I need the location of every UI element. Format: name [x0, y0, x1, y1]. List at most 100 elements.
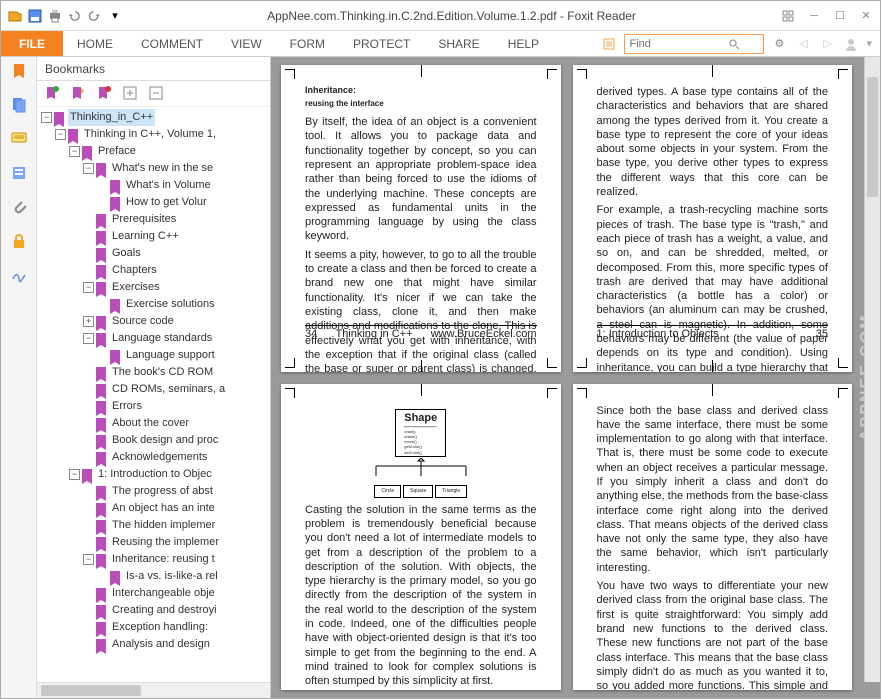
comments-panel-icon[interactable]: [9, 129, 29, 149]
dropdown-icon[interactable]: ▾: [107, 8, 123, 24]
tree-toggle[interactable]: −: [83, 333, 94, 344]
bookmark-item[interactable]: Prerequisites: [110, 211, 178, 228]
bookmark-icon: [96, 384, 106, 396]
tab-file[interactable]: FILE: [1, 31, 63, 56]
bookmark-icon: [82, 469, 92, 481]
bookmark-item[interactable]: Exercises: [110, 279, 162, 296]
bookmark-item[interactable]: Inheritance: reusing t: [110, 551, 217, 568]
bookmark-icon: [96, 537, 106, 549]
tab-home[interactable]: HOME: [63, 31, 127, 56]
bookmark-item[interactable]: What's in Volume: [124, 177, 213, 194]
bookmark-item[interactable]: What's new in the se: [110, 160, 215, 177]
next-icon[interactable]: ▷: [818, 35, 836, 53]
bookmark-item[interactable]: Is-a vs. is-like-a rel: [124, 568, 220, 585]
bookmark-item[interactable]: Exception handling:: [110, 619, 210, 636]
bookmark-item[interactable]: Goals: [110, 245, 143, 262]
tab-form[interactable]: FORM: [276, 31, 339, 56]
undo-icon[interactable]: [67, 8, 83, 24]
tab-protect[interactable]: PROTECT: [339, 31, 424, 56]
bookmark-icon: [96, 231, 106, 243]
bookmark-icon: [96, 265, 106, 277]
bookmark-icon: [96, 163, 106, 175]
tab-help[interactable]: HELP: [494, 31, 553, 56]
bookmark-item[interactable]: Source code: [110, 313, 176, 330]
tree-toggle[interactable]: −: [69, 146, 80, 157]
bookmark-item[interactable]: Analysis and design: [110, 636, 212, 653]
bookmark-item[interactable]: Thinking_in_C++: [68, 109, 155, 126]
print-icon[interactable]: [47, 8, 63, 24]
bookmark-item[interactable]: Acknowledgements: [110, 449, 209, 466]
bookmark-item[interactable]: Preface: [96, 143, 138, 160]
bookmark-item[interactable]: The progress of abst: [110, 483, 215, 500]
bookmark-icon: [54, 112, 64, 124]
bookmark-item[interactable]: Book design and proc: [110, 432, 220, 449]
security-panel-icon[interactable]: [9, 231, 29, 251]
bookmark-panel-icon[interactable]: [9, 61, 29, 81]
bookmark-item[interactable]: Language standards: [110, 330, 214, 347]
bookmark-item[interactable]: Learning C++: [110, 228, 181, 245]
bookmark-icon: [96, 333, 106, 345]
bookmark-new-icon[interactable]: [71, 86, 87, 102]
bookmark-icon: [96, 367, 106, 379]
bookmark-item[interactable]: The hidden implemer: [110, 517, 217, 534]
search-icon[interactable]: [725, 35, 743, 53]
panel-toolbar: [37, 81, 270, 107]
tree-hscroll[interactable]: [37, 682, 270, 698]
bookmark-icon: [96, 435, 106, 447]
bookmark-item[interactable]: Reusing the implemer: [110, 534, 221, 551]
bookmark-item[interactable]: An object has an inte: [110, 500, 217, 517]
bookmark-add-icon[interactable]: [45, 86, 61, 102]
bookmark-item[interactable]: Errors: [110, 398, 144, 415]
expand-icon[interactable]: [123, 86, 139, 102]
tree-toggle[interactable]: −: [41, 112, 52, 123]
tree-toggle[interactable]: −: [83, 282, 94, 293]
close-icon[interactable]: ✕: [858, 8, 874, 24]
bookmark-item[interactable]: 1: Introduction to Objec: [96, 466, 214, 483]
viewer-vscroll[interactable]: [864, 57, 880, 682]
open-icon[interactable]: [7, 8, 23, 24]
bookmark-item[interactable]: How to get Volur: [124, 194, 209, 211]
attach-panel-icon[interactable]: [9, 197, 29, 217]
ribbon-min-icon[interactable]: [780, 8, 796, 24]
bookmark-icon: [96, 248, 106, 260]
tab-view[interactable]: VIEW: [217, 31, 276, 56]
bookmark-item[interactable]: Interchangeable obje: [110, 585, 217, 602]
bookmark-item[interactable]: Exercise solutions: [124, 296, 217, 313]
bookmark-del-icon[interactable]: [97, 86, 113, 102]
tree-toggle[interactable]: −: [83, 554, 94, 565]
tab-comment[interactable]: COMMENT: [127, 31, 217, 56]
tab-share[interactable]: SHARE: [424, 31, 493, 56]
tree-toggle[interactable]: −: [83, 163, 94, 174]
maximize-icon[interactable]: ☐: [832, 8, 848, 24]
bookmark-icon: [96, 452, 106, 464]
save-icon[interactable]: [27, 8, 43, 24]
bookmark-icon: [96, 554, 106, 566]
user-icon[interactable]: [842, 35, 860, 53]
pdf-page: Shapedraw() erase() move() getColor() se…: [281, 384, 561, 691]
redo-icon[interactable]: [87, 8, 103, 24]
signature-panel-icon[interactable]: [9, 265, 29, 285]
bookmark-item[interactable]: About the cover: [110, 415, 191, 432]
bookmark-item[interactable]: Language support: [124, 347, 217, 364]
pages-panel-icon[interactable]: [9, 95, 29, 115]
collapse-icon[interactable]: [149, 86, 165, 102]
bookmark-item[interactable]: Chapters: [110, 262, 159, 279]
bookmark-icon: [96, 605, 106, 617]
prev-icon[interactable]: ◁: [794, 35, 812, 53]
bookmark-item[interactable]: Thinking in C++, Volume 1,: [82, 126, 218, 143]
minimize-icon[interactable]: ─: [806, 8, 822, 24]
tree-toggle[interactable]: −: [55, 129, 66, 140]
bookmarks-panel: Bookmarks −Thinking_in_C++ −Thinking in …: [37, 57, 271, 698]
bookmark-icon: [96, 588, 106, 600]
bookmark-item[interactable]: CD ROMs, seminars, a: [110, 381, 227, 398]
tree-toggle[interactable]: −: [69, 469, 80, 480]
quick-search-icon[interactable]: [600, 35, 618, 53]
document-viewer: APPNEE.COM Inheritance: reusing the inte…: [271, 57, 880, 698]
search-input[interactable]: [625, 38, 725, 50]
form-panel-icon[interactable]: [9, 163, 29, 183]
bookmark-icon: [96, 622, 106, 634]
tree-toggle[interactable]: +: [83, 316, 94, 327]
bookmark-item[interactable]: The book's CD ROM: [110, 364, 215, 381]
bookmark-item[interactable]: Creating and destroyi: [110, 602, 219, 619]
gear-icon[interactable]: ⚙: [770, 35, 788, 53]
